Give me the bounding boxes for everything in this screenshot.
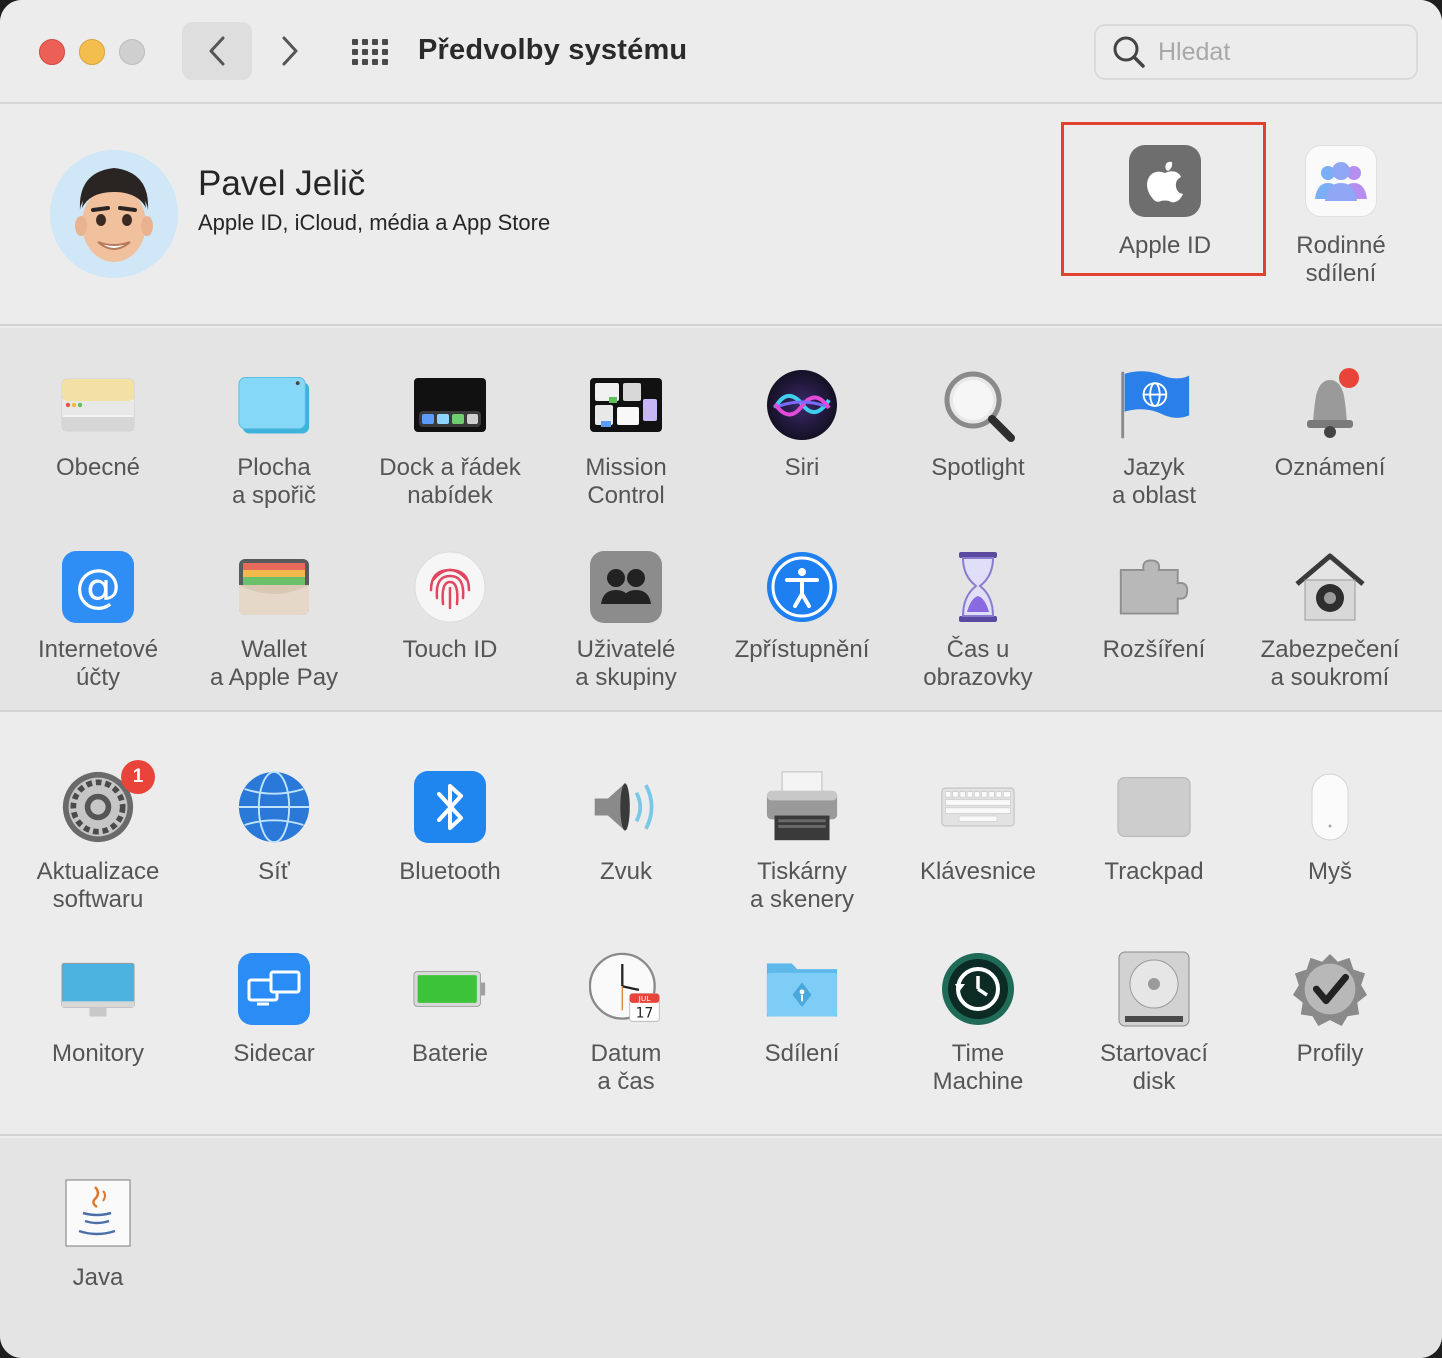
- show-all-grid-icon[interactable]: [348, 32, 392, 72]
- zoom-window-button[interactable]: [119, 39, 145, 65]
- search-field[interactable]: [1094, 24, 1418, 80]
- sharing-folder-icon: [765, 952, 839, 1026]
- family-sharing-label[interactable]: Rodinné sdílení: [1262, 232, 1420, 288]
- network-globe-icon: [237, 770, 311, 844]
- battery-icon: [413, 952, 487, 1026]
- profiles-checkmark-icon: [1293, 952, 1367, 1026]
- pane-label: Spotlight: [931, 454, 1025, 481]
- hourglass-icon: [941, 550, 1015, 624]
- printer-icon: [765, 770, 839, 844]
- avatar[interactable]: [50, 150, 178, 278]
- title-bar: Předvolby systému: [0, 0, 1442, 104]
- pane-label: Siri: [784, 454, 820, 481]
- apple-id-label[interactable]: Apple ID: [1075, 232, 1255, 260]
- pane-label: Sdílení: [764, 1040, 840, 1067]
- fingerprint-icon: [413, 550, 487, 624]
- spotlight-icon: [941, 368, 1015, 442]
- back-button[interactable]: [182, 22, 252, 80]
- pane-label: Tiskárny a skenery: [749, 858, 855, 913]
- apple-logo-icon: [1147, 161, 1183, 203]
- clock-calendar-icon: JUL 17: [589, 952, 663, 1026]
- pane-label: Obecné: [55, 454, 141, 481]
- pane-label: Baterie: [411, 1040, 489, 1067]
- pane-label: Aktualizace softwaru: [36, 858, 160, 913]
- family-sharing-button[interactable]: [1305, 145, 1377, 217]
- pane-label: Trackpad: [1104, 858, 1204, 885]
- memoji-avatar-icon: [50, 150, 178, 278]
- general-icon: [61, 368, 135, 442]
- pane-label: Čas u obrazovky: [923, 636, 1033, 691]
- system-preferences-window: Předvolby systému Hledat Pavel Jelič App…: [0, 0, 1442, 1358]
- time-machine-icon: [941, 952, 1015, 1026]
- pane-label: Time Machine: [932, 1040, 1024, 1095]
- pane-label: Zvuk: [599, 858, 652, 885]
- close-window-button[interactable]: [39, 39, 65, 65]
- pane-label: Sidecar: [233, 1040, 315, 1067]
- pane-label: Myš: [1308, 858, 1352, 885]
- pane-label: Plocha a spořič: [231, 454, 317, 509]
- notification-bell-icon: [1293, 368, 1367, 442]
- mission-control-icon: [589, 368, 663, 442]
- java-cup-icon: [61, 1176, 135, 1250]
- keyboard-icon: [941, 770, 1015, 844]
- window-title: Předvolby systému: [418, 34, 688, 66]
- startup-disk-icon: [1117, 951, 1191, 1027]
- pane-label: Monitory: [51, 1040, 145, 1067]
- pane-label: Profily: [1296, 1040, 1364, 1067]
- pane-label: Bluetooth: [399, 858, 501, 885]
- forward-button[interactable]: [262, 22, 318, 80]
- sidecar-icon: [237, 952, 311, 1026]
- pane-label: Wallet a Apple Pay: [209, 636, 339, 691]
- pane-label: Touch ID: [402, 636, 498, 663]
- security-house-icon: [1293, 550, 1367, 624]
- svg-text:@: @: [75, 559, 121, 613]
- account-name[interactable]: Pavel Jelič: [198, 164, 365, 204]
- wallet-icon: [237, 550, 311, 624]
- account-section: Pavel Jelič Apple ID, iCloud, média a Ap…: [0, 106, 1442, 326]
- pane-label: Rozšíření: [1102, 636, 1206, 663]
- chevron-right-icon: [282, 36, 298, 66]
- pane-label: Dock a řádek nabídek: [379, 454, 521, 509]
- pane-label: Mission Control: [585, 454, 667, 509]
- pane-label: Startovací disk: [1099, 1040, 1209, 1095]
- accessibility-icon: [765, 550, 839, 624]
- speaker-icon: [589, 770, 663, 844]
- family-sharing-icon: [1315, 162, 1367, 201]
- desktop-icon: [237, 368, 311, 442]
- apple-id-button[interactable]: [1129, 145, 1201, 217]
- pane-label: Oznámení: [1274, 454, 1386, 481]
- language-flag-icon: [1117, 368, 1191, 442]
- minimize-window-button[interactable]: [79, 39, 105, 65]
- pane-label: Klávesnice: [919, 858, 1037, 885]
- chevron-left-icon: [209, 36, 225, 66]
- hardware-panes-section: 1 Aktualizace softwaru Síť Bluetooth Zvu…: [0, 714, 1442, 1136]
- at-sign-icon: @: [61, 550, 135, 624]
- pane-label: Zabezpečení a soukromí: [1260, 636, 1400, 691]
- pane-label: Internetové účty: [37, 636, 159, 691]
- monitor-icon: [61, 952, 135, 1026]
- other-panes-section: Java: [0, 1138, 1442, 1358]
- pane-label: Zpřístupnění: [734, 636, 870, 663]
- pane-label: Datum a čas: [590, 1040, 662, 1095]
- calendar-month: JUL: [638, 994, 652, 1003]
- pane-label: Síť: [258, 858, 290, 885]
- search-icon: [1113, 36, 1145, 68]
- account-subtitle[interactable]: Apple ID, iCloud, média a App Store: [198, 210, 550, 236]
- update-count-badge: 1: [121, 760, 155, 794]
- trackpad-icon: [1117, 770, 1191, 844]
- search-input[interactable]: [1158, 37, 1398, 67]
- pane-label: Uživatelé a skupiny: [575, 636, 677, 691]
- calendar-day: 17: [636, 1006, 654, 1022]
- personal-panes-section: Obecné Plocha a spořič Dock a řádek nabí…: [0, 328, 1442, 712]
- puzzle-icon: [1117, 550, 1191, 624]
- pane-label: Jazyk a oblast: [1111, 454, 1197, 509]
- bluetooth-icon: [413, 770, 487, 844]
- mouse-icon: [1293, 770, 1367, 844]
- siri-icon: [765, 368, 839, 442]
- pane-label: Java: [72, 1264, 124, 1291]
- users-icon: [589, 550, 663, 624]
- dock-icon: [413, 368, 487, 442]
